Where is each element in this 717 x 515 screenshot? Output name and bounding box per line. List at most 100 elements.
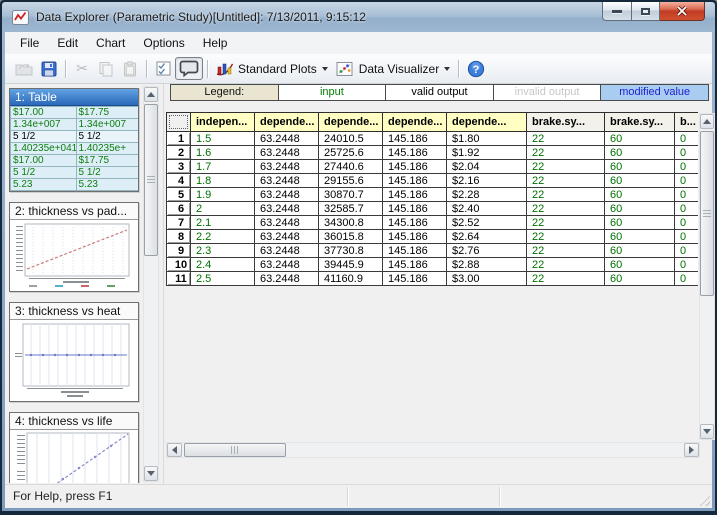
sidebar-panel-thickness-vs-pad[interactable]: 2: thickness vs pad... [9, 202, 139, 292]
cell-dependent-3[interactable]: 145.186 [383, 160, 447, 174]
cell-dependent-4[interactable]: $2.16 [447, 174, 527, 188]
cell-brake-system-1[interactable]: 22 [527, 230, 605, 244]
cell-dependent-4[interactable]: $3.00 [447, 272, 527, 286]
menu-chart[interactable]: Chart [87, 33, 134, 53]
cell-dependent-4[interactable]: $2.76 [447, 244, 527, 258]
cell-dependent-1[interactable]: 63.2448 [255, 202, 319, 216]
cell-brake-system-3[interactable]: 0 [675, 188, 699, 202]
cell-brake-system-3[interactable]: 0 [675, 202, 699, 216]
cell-dependent-2[interactable]: 34300.8 [319, 216, 383, 230]
cell-brake-system-3[interactable]: 0 [675, 132, 699, 146]
maximize-button[interactable] [632, 2, 660, 21]
sidebar-scrollbar[interactable] [143, 86, 159, 482]
cell-dependent-2[interactable]: 32585.7 [319, 202, 383, 216]
cell-independent[interactable]: 1.7 [191, 160, 255, 174]
cell-dependent-4[interactable]: $2.04 [447, 160, 527, 174]
cell-independent[interactable]: 2.3 [191, 244, 255, 258]
row-number[interactable]: 11 [167, 272, 191, 286]
table-horizontal-scrollbar-thumb[interactable] [184, 443, 286, 457]
cell-independent[interactable]: 2.5 [191, 272, 255, 286]
cell-brake-system-1[interactable]: 22 [527, 272, 605, 286]
cut-button[interactable]: ✂ [70, 57, 94, 80]
cell-brake-system-1[interactable]: 22 [527, 174, 605, 188]
cell-dependent-2[interactable]: 24010.5 [319, 132, 383, 146]
cell-brake-system-2[interactable]: 60 [605, 132, 675, 146]
cell-independent[interactable]: 1.6 [191, 146, 255, 160]
cell-dependent-1[interactable]: 63.2448 [255, 230, 319, 244]
cell-brake-system-2[interactable]: 60 [605, 216, 675, 230]
cell-dependent-4[interactable]: $1.80 [447, 132, 527, 146]
cell-brake-system-1[interactable]: 22 [527, 258, 605, 272]
cell-dependent-4[interactable]: $2.28 [447, 188, 527, 202]
cell-brake-system-3[interactable]: 0 [675, 216, 699, 230]
cell-independent[interactable]: 1.8 [191, 174, 255, 188]
table-vertical-scrollbar[interactable] [699, 113, 715, 440]
copy-button[interactable] [94, 57, 118, 80]
column-header-brake-system-3[interactable]: b... [675, 113, 699, 132]
cell-independent[interactable]: 2.2 [191, 230, 255, 244]
sidebar-scrollbar-thumb[interactable] [144, 104, 158, 256]
cell-dependent-3[interactable]: 145.186 [383, 146, 447, 160]
minimize-button[interactable] [602, 2, 632, 21]
cell-dependent-1[interactable]: 63.2448 [255, 132, 319, 146]
table-scroll-right-button[interactable] [684, 443, 699, 457]
table-horizontal-scrollbar[interactable] [166, 442, 700, 458]
column-header-dependent-1[interactable]: depende... [255, 113, 319, 132]
column-header-independent[interactable]: indepen... [191, 113, 255, 132]
titlebar[interactable]: Data Explorer (Parametric Study)[Untitle… [2, 2, 715, 32]
sidebar-scroll-down-button[interactable] [144, 466, 158, 481]
column-header-dependent-3[interactable]: depende... [383, 113, 447, 132]
cell-brake-system-1[interactable]: 22 [527, 160, 605, 174]
row-number[interactable]: 7 [167, 216, 191, 230]
cell-brake-system-2[interactable]: 60 [605, 272, 675, 286]
cell-dependent-3[interactable]: 145.186 [383, 244, 447, 258]
cell-dependent-2[interactable]: 36015.8 [319, 230, 383, 244]
cell-dependent-2[interactable]: 41160.9 [319, 272, 383, 286]
cell-dependent-1[interactable]: 63.2448 [255, 258, 319, 272]
cell-independent[interactable]: 2.4 [191, 258, 255, 272]
menu-options[interactable]: Options [134, 33, 193, 53]
cell-dependent-2[interactable]: 25725.6 [319, 146, 383, 160]
cell-brake-system-3[interactable]: 0 [675, 146, 699, 160]
cell-dependent-1[interactable]: 63.2448 [255, 216, 319, 230]
cell-brake-system-2[interactable]: 60 [605, 230, 675, 244]
cell-dependent-1[interactable]: 63.2448 [255, 244, 319, 258]
cell-dependent-4[interactable]: $2.88 [447, 258, 527, 272]
cell-brake-system-2[interactable]: 60 [605, 146, 675, 160]
row-number[interactable]: 9 [167, 244, 191, 258]
standard-plots-button[interactable]: Standard Plots [212, 57, 332, 80]
cell-brake-system-2[interactable]: 60 [605, 188, 675, 202]
paste-button[interactable] [118, 57, 142, 80]
cell-dependent-1[interactable]: 63.2448 [255, 174, 319, 188]
save-button[interactable] [37, 57, 61, 80]
cell-brake-system-3[interactable]: 0 [675, 174, 699, 188]
row-number[interactable]: 2 [167, 146, 191, 160]
cell-dependent-2[interactable]: 29155.6 [319, 174, 383, 188]
column-header-brake-system-1[interactable]: brake.sy... [527, 113, 605, 132]
table-scroll-down-button[interactable] [700, 424, 714, 439]
menu-file[interactable]: File [11, 33, 48, 53]
cell-brake-system-2[interactable]: 60 [605, 244, 675, 258]
cell-brake-system-1[interactable]: 22 [527, 132, 605, 146]
cell-dependent-3[interactable]: 145.186 [383, 132, 447, 146]
sidebar-panel-thickness-vs-life[interactable]: 4: thickness vs life [9, 412, 139, 483]
cell-dependent-3[interactable]: 145.186 [383, 258, 447, 272]
row-number[interactable]: 3 [167, 160, 191, 174]
cell-dependent-1[interactable]: 63.2448 [255, 146, 319, 160]
cell-dependent-1[interactable]: 63.2448 [255, 272, 319, 286]
cell-independent[interactable]: 1.9 [191, 188, 255, 202]
view-options-button[interactable] [151, 57, 175, 80]
row-number[interactable]: 6 [167, 202, 191, 216]
cell-dependent-3[interactable]: 145.186 [383, 202, 447, 216]
annotation-toggle-button[interactable] [175, 57, 203, 80]
open-button[interactable] [11, 57, 37, 80]
cell-brake-system-2[interactable]: 60 [605, 160, 675, 174]
help-button[interactable]: ? [463, 57, 489, 80]
cell-dependent-3[interactable]: 145.186 [383, 230, 447, 244]
row-number[interactable]: 5 [167, 188, 191, 202]
cell-dependent-3[interactable]: 145.186 [383, 174, 447, 188]
cell-brake-system-1[interactable]: 22 [527, 216, 605, 230]
cell-brake-system-2[interactable]: 60 [605, 174, 675, 188]
column-header-dependent-2[interactable]: depende... [319, 113, 383, 132]
cell-independent[interactable]: 2.1 [191, 216, 255, 230]
